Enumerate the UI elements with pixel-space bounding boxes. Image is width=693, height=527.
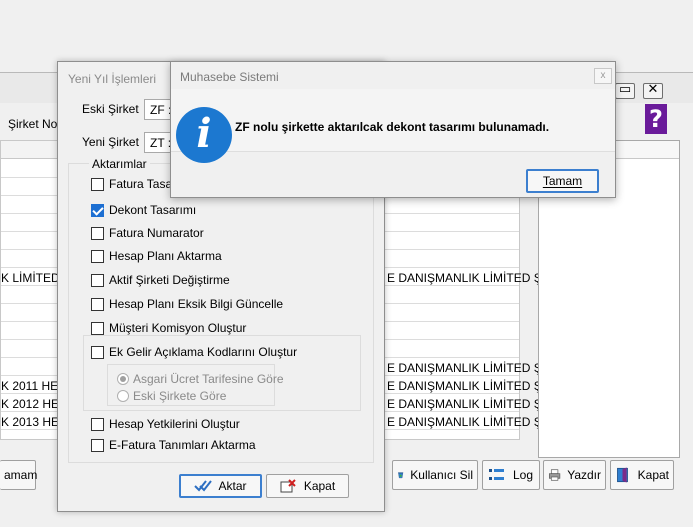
checkbox-hesap-yetkilerini[interactable]: Hesap Yetkilerini Oluştur (91, 417, 240, 431)
tamam-button[interactable]: Tamam (526, 169, 599, 193)
info-icon: i (176, 107, 232, 163)
radio-label: Eski Şirkete Göre (133, 389, 227, 403)
checkbox-hesap-plani-eksik-bilgi[interactable]: Hesap Planı Eksik Bilgi Güncelle (91, 297, 283, 311)
checkbox-box[interactable] (91, 297, 104, 311)
sirket-no-label: Şirket No (8, 117, 58, 131)
aktar-label: Aktar (218, 479, 247, 493)
log-button[interactable]: Log (482, 460, 540, 490)
checkbox-box[interactable] (91, 438, 104, 452)
radio-label: Asgari Ücret Tarifesine Göre (133, 372, 284, 386)
radio-eski-sirkete-gore[interactable]: Eski Şirkete Göre (117, 389, 226, 403)
grid-cell[interactable]: E DANIŞMANLIK LİMİTED Ş (387, 379, 542, 393)
yazdir-label: Yazdır (567, 468, 601, 482)
tamam-toolbar-label: amam (4, 468, 38, 482)
checkbox-label: Müşteri Komisyon Oluştur (109, 321, 247, 335)
close-button[interactable]: ✕ (643, 82, 663, 99)
checkbox-label: E-Fatura Tanımları Aktarma (109, 438, 256, 452)
double-check-icon (194, 480, 213, 492)
checkbox-box[interactable] (91, 321, 104, 335)
checkbox-e-fatura-tanimlari[interactable]: E-Fatura Tanımları Aktarma (91, 438, 256, 452)
message-box-title: Muhasebe Sistemi (180, 70, 279, 84)
yeni-yil-title: Yeni Yıl İşlemleri (68, 72, 157, 86)
checkbox-aktif-sirketi-degistirme[interactable]: Aktif Şirketi Değiştirme (91, 273, 230, 287)
checkbox-dekont-tasarimi[interactable]: Dekont Tasarımı (91, 203, 196, 217)
checkbox-ek-gelir-aciklama[interactable]: Ek Gelir Açıklama Kodlarını Oluştur (91, 345, 297, 359)
checkbox-label: Hesap Planı Eksik Bilgi Güncelle (109, 297, 284, 311)
restore-button[interactable]: ▭ (615, 82, 635, 99)
checkbox-label: Hesap Planı Aktarma (109, 249, 222, 263)
grid-cell[interactable]: E DANIŞMANLIK LİMİTED Ş (387, 397, 542, 411)
aktarimlar-group: Aktarımlar Fatura Tasarım Dekont Tasarım… (68, 157, 374, 463)
checkbox-musteri-komisyon[interactable]: Müşteri Komisyon Oluştur (91, 321, 246, 335)
tamam-label: Tamam (542, 174, 583, 188)
kapat-toolbar-label: Kapat (637, 468, 669, 482)
kullanici-sil-button[interactable]: Kullanıcı Sil (392, 460, 478, 490)
log-list-icon (489, 469, 504, 480)
aktar-button[interactable]: Aktar (179, 474, 262, 498)
checkbox-box[interactable] (91, 273, 104, 287)
radio-asgari-ucret[interactable]: Asgari Ücret Tarifesine Göre (117, 372, 284, 386)
checkbox-box[interactable] (91, 249, 104, 263)
radio-dot[interactable] (117, 390, 129, 402)
checkbox-label: Fatura Numarator (109, 226, 204, 240)
exit-door-icon (617, 467, 628, 483)
checkbox-label: Aktif Şirketi Değiştirme (109, 273, 230, 287)
log-label: Log (513, 468, 534, 482)
checkbox-fatura-numarator[interactable]: Fatura Numarator (91, 226, 204, 240)
message-box: Muhasebe Sistemi x i ZF nolu şirkette ak… (170, 61, 616, 198)
grid-cell[interactable]: E DANIŞMANLIK LİMİTED Ş (387, 361, 542, 375)
info-icon-glyph: i (196, 110, 212, 157)
help-icon[interactable]: ? (645, 104, 667, 134)
message-text: ZF nolu şirkette aktarılcak dekont tasar… (235, 120, 550, 134)
kapat-label: Kapat (303, 479, 336, 493)
checkbox-box-checked[interactable] (91, 203, 104, 217)
tamam-toolbar-button[interactable]: amam (0, 460, 38, 490)
recycle-bin-icon (398, 472, 404, 479)
checkbox-box[interactable] (91, 226, 104, 240)
aktarimlar-legend: Aktarımlar (89, 157, 150, 171)
kapat-button[interactable]: Kapat (266, 474, 349, 498)
checkbox-box[interactable] (91, 417, 104, 431)
message-box-close-button[interactable]: x (594, 68, 612, 84)
checkbox-box[interactable] (91, 345, 104, 359)
radio-dot-selected[interactable] (117, 373, 129, 385)
checkbox-hesap-plani-aktarma[interactable]: Hesap Planı Aktarma (91, 249, 222, 263)
checkbox-label: Hesap Yetkilerini Oluştur (109, 417, 240, 431)
checkbox-box[interactable] (91, 177, 104, 191)
grid-cell[interactable]: E DANIŞMANLIK LİMİTED Ş (387, 271, 542, 285)
kullanici-sil-label: Kullanıcı Sil (410, 468, 473, 482)
checkbox-label: Ek Gelir Açıklama Kodlarını Oluştur (109, 345, 298, 359)
checkbox-label: Dekont Tasarımı (109, 203, 197, 217)
grid-cell[interactable]: E DANIŞMANLIK LİMİTED Ş (387, 415, 542, 429)
close-document-icon (280, 479, 296, 493)
yazdir-button[interactable]: Yazdır (543, 460, 606, 490)
yeni-sirket-label: Yeni Şirket (82, 135, 139, 149)
printer-icon (548, 469, 561, 481)
kapat-toolbar-button[interactable]: Kapat (610, 460, 674, 490)
eski-sirket-label: Eski Şirket (82, 102, 139, 116)
